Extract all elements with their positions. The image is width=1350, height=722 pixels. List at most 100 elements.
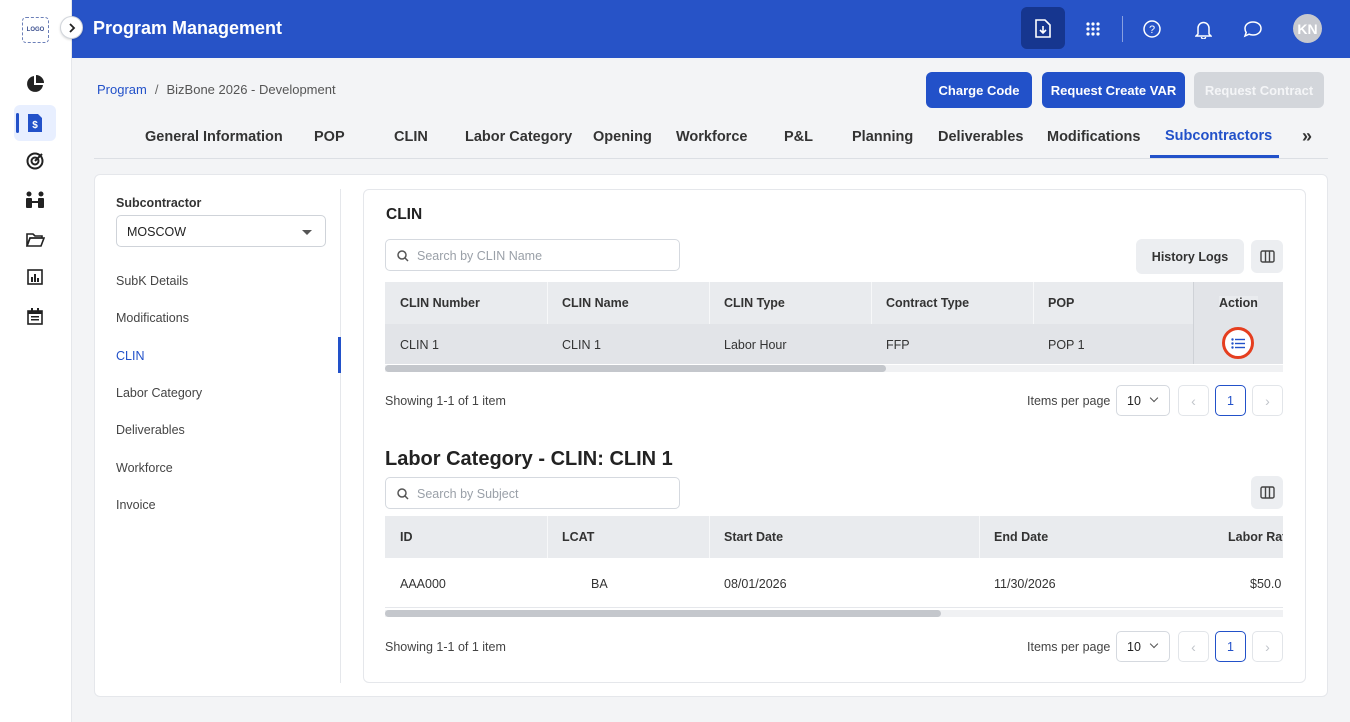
tab-clin[interactable]: CLIN bbox=[394, 129, 428, 145]
col-clin-type[interactable]: CLIN Type bbox=[724, 296, 785, 310]
top-header: Program Management ? KN bbox=[72, 0, 1350, 58]
labor-page-button[interactable]: 1 bbox=[1215, 631, 1246, 662]
clin-section-title: CLIN bbox=[386, 206, 423, 223]
labor-search-input[interactable]: Search by Subject bbox=[385, 477, 680, 509]
labor-table-scrollbar[interactable] bbox=[385, 610, 1283, 617]
col-action: Action bbox=[1219, 296, 1258, 310]
tab-pop[interactable]: POP bbox=[314, 129, 345, 145]
bell-icon[interactable] bbox=[1188, 14, 1218, 44]
target-icon[interactable] bbox=[24, 150, 46, 172]
clin-name-cell: CLIN 1 bbox=[562, 338, 601, 352]
tab-subcontractors[interactable]: Subcontractors bbox=[1165, 128, 1272, 144]
clin-table-scrollbar-thumb[interactable] bbox=[385, 365, 886, 372]
clin-prev-page-button[interactable]: ‹ bbox=[1178, 385, 1209, 416]
breadcrumb: Program / BizBone 2026 - Development bbox=[97, 82, 336, 97]
col-clin-name[interactable]: CLIN Name bbox=[562, 296, 629, 310]
col-end-date[interactable]: End Date bbox=[994, 530, 1048, 544]
file-dollar-icon[interactable]: $ bbox=[24, 112, 46, 134]
labor-rate-cell: $50.0 bbox=[1250, 577, 1282, 591]
columns-icon[interactable] bbox=[1251, 240, 1283, 273]
subcontractor-select[interactable]: MOSCOW bbox=[116, 215, 326, 247]
col-pop[interactable]: POP bbox=[1048, 296, 1074, 310]
tab-planning[interactable]: Planning bbox=[852, 129, 913, 145]
breadcrumb-root-link[interactable]: Program bbox=[97, 82, 147, 97]
sidebar-item-invoice[interactable]: Invoice bbox=[116, 498, 156, 512]
request-contract-button[interactable]: Request Contract bbox=[1194, 72, 1324, 108]
col-lcat[interactable]: LCAT bbox=[562, 530, 594, 544]
col-labor-rate[interactable]: Labor Rat bbox=[1228, 530, 1283, 544]
col-id[interactable]: ID bbox=[400, 530, 413, 544]
download-file-icon[interactable] bbox=[1021, 7, 1065, 49]
sidebar-item-workforce[interactable]: Workforce bbox=[116, 461, 173, 475]
chat-icon[interactable] bbox=[1238, 14, 1268, 44]
calendar-icon[interactable] bbox=[24, 305, 46, 327]
charge-code-button[interactable]: Charge Code bbox=[926, 72, 1032, 108]
col-contract-type[interactable]: Contract Type bbox=[886, 296, 969, 310]
bar-chart-icon[interactable] bbox=[24, 266, 46, 288]
labor-prev-page-button[interactable]: ‹ bbox=[1178, 631, 1209, 662]
request-create-var-button[interactable]: Request Create VAR bbox=[1042, 72, 1185, 108]
clin-search-input[interactable]: Search by CLIN Name bbox=[385, 239, 680, 271]
svg-text:?: ? bbox=[1149, 24, 1155, 36]
labor-table-header: ID LCAT Start Date End Date Labor Rat bbox=[385, 516, 1283, 558]
breadcrumb-current: BizBone 2026 - Development bbox=[166, 82, 336, 97]
labor-items-per-page-select[interactable]: 10 bbox=[1116, 631, 1170, 662]
col-separator bbox=[709, 282, 710, 324]
header-separator bbox=[1122, 16, 1123, 42]
tab-general-information[interactable]: General Information bbox=[145, 129, 283, 145]
sidebar-active-indicator bbox=[338, 337, 341, 373]
col-clin-number[interactable]: CLIN Number bbox=[400, 296, 480, 310]
svg-text:$: $ bbox=[32, 120, 38, 131]
table-row[interactable]: AAA000 BA 08/01/2026 11/30/2026 $50.0 bbox=[385, 558, 1283, 608]
labor-items-per-page-value: 10 bbox=[1127, 640, 1141, 654]
clin-items-per-page-select[interactable]: 10 bbox=[1116, 385, 1170, 416]
clin-table-scrollbar[interactable] bbox=[385, 365, 1283, 372]
search-icon bbox=[397, 487, 409, 505]
tab-modifications[interactable]: Modifications bbox=[1047, 129, 1140, 145]
sidebar-item-clin[interactable]: CLIN bbox=[116, 349, 144, 363]
sidebar-item-deliverables[interactable]: Deliverables bbox=[116, 423, 185, 437]
sidebar-item-subk-details[interactable]: SubK Details bbox=[116, 274, 188, 288]
labor-items-per-page-label: Items per page bbox=[1027, 640, 1111, 654]
people-icon[interactable] bbox=[24, 189, 46, 211]
clin-next-page-button[interactable]: › bbox=[1252, 385, 1283, 416]
left-rail: LOGO $ bbox=[0, 0, 72, 722]
sidebar-item-labor-category[interactable]: Labor Category bbox=[116, 386, 202, 400]
chevron-down-icon bbox=[1149, 393, 1159, 403]
labor-category-section-title: Labor Category - CLIN: CLIN 1 bbox=[385, 448, 673, 470]
columns-icon[interactable] bbox=[1251, 476, 1283, 509]
col-separator bbox=[547, 282, 548, 324]
search-icon bbox=[397, 249, 409, 267]
apps-grid-icon[interactable] bbox=[1078, 14, 1108, 44]
pie-chart-icon[interactable] bbox=[24, 73, 46, 95]
col-separator bbox=[709, 516, 710, 558]
tab-deliverables[interactable]: Deliverables bbox=[938, 129, 1023, 145]
labor-next-page-button[interactable]: › bbox=[1252, 631, 1283, 662]
rail-active-indicator bbox=[16, 113, 19, 133]
labor-table-scrollbar-thumb[interactable] bbox=[385, 610, 941, 617]
id-cell: AAA000 bbox=[400, 577, 446, 591]
sidebar-item-modifications[interactable]: Modifications bbox=[116, 311, 189, 325]
tabs-more-icon[interactable]: » bbox=[1302, 126, 1312, 147]
sidebar-expand-button[interactable] bbox=[60, 16, 83, 39]
tab-labor-category[interactable]: Labor Category bbox=[465, 129, 572, 145]
lcat-cell: BA bbox=[591, 577, 608, 591]
tab-opening[interactable]: Opening bbox=[593, 129, 652, 145]
history-logs-button[interactable]: History Logs bbox=[1136, 239, 1244, 274]
list-action-icon[interactable] bbox=[1222, 327, 1254, 359]
col-separator bbox=[979, 516, 980, 558]
clin-page-button[interactable]: 1 bbox=[1215, 385, 1246, 416]
start-date-cell: 08/01/2026 bbox=[724, 577, 787, 591]
help-icon[interactable]: ? bbox=[1137, 14, 1167, 44]
clin-items-per-page-value: 10 bbox=[1127, 394, 1141, 408]
table-row[interactable]: CLIN 1 CLIN 1 Labor Hour FFP POP 1 bbox=[385, 324, 1283, 364]
sidebar-divider bbox=[340, 189, 341, 683]
labor-search-placeholder: Search by Subject bbox=[417, 487, 519, 501]
app-title: Program Management bbox=[93, 18, 283, 38]
folder-open-icon[interactable] bbox=[24, 228, 46, 250]
user-avatar[interactable]: KN bbox=[1293, 14, 1322, 43]
subcontractor-label: Subcontractor bbox=[116, 196, 202, 210]
tab-p-and-l[interactable]: P&L bbox=[784, 129, 813, 145]
col-start-date[interactable]: Start Date bbox=[724, 530, 783, 544]
tab-workforce[interactable]: Workforce bbox=[676, 129, 747, 145]
